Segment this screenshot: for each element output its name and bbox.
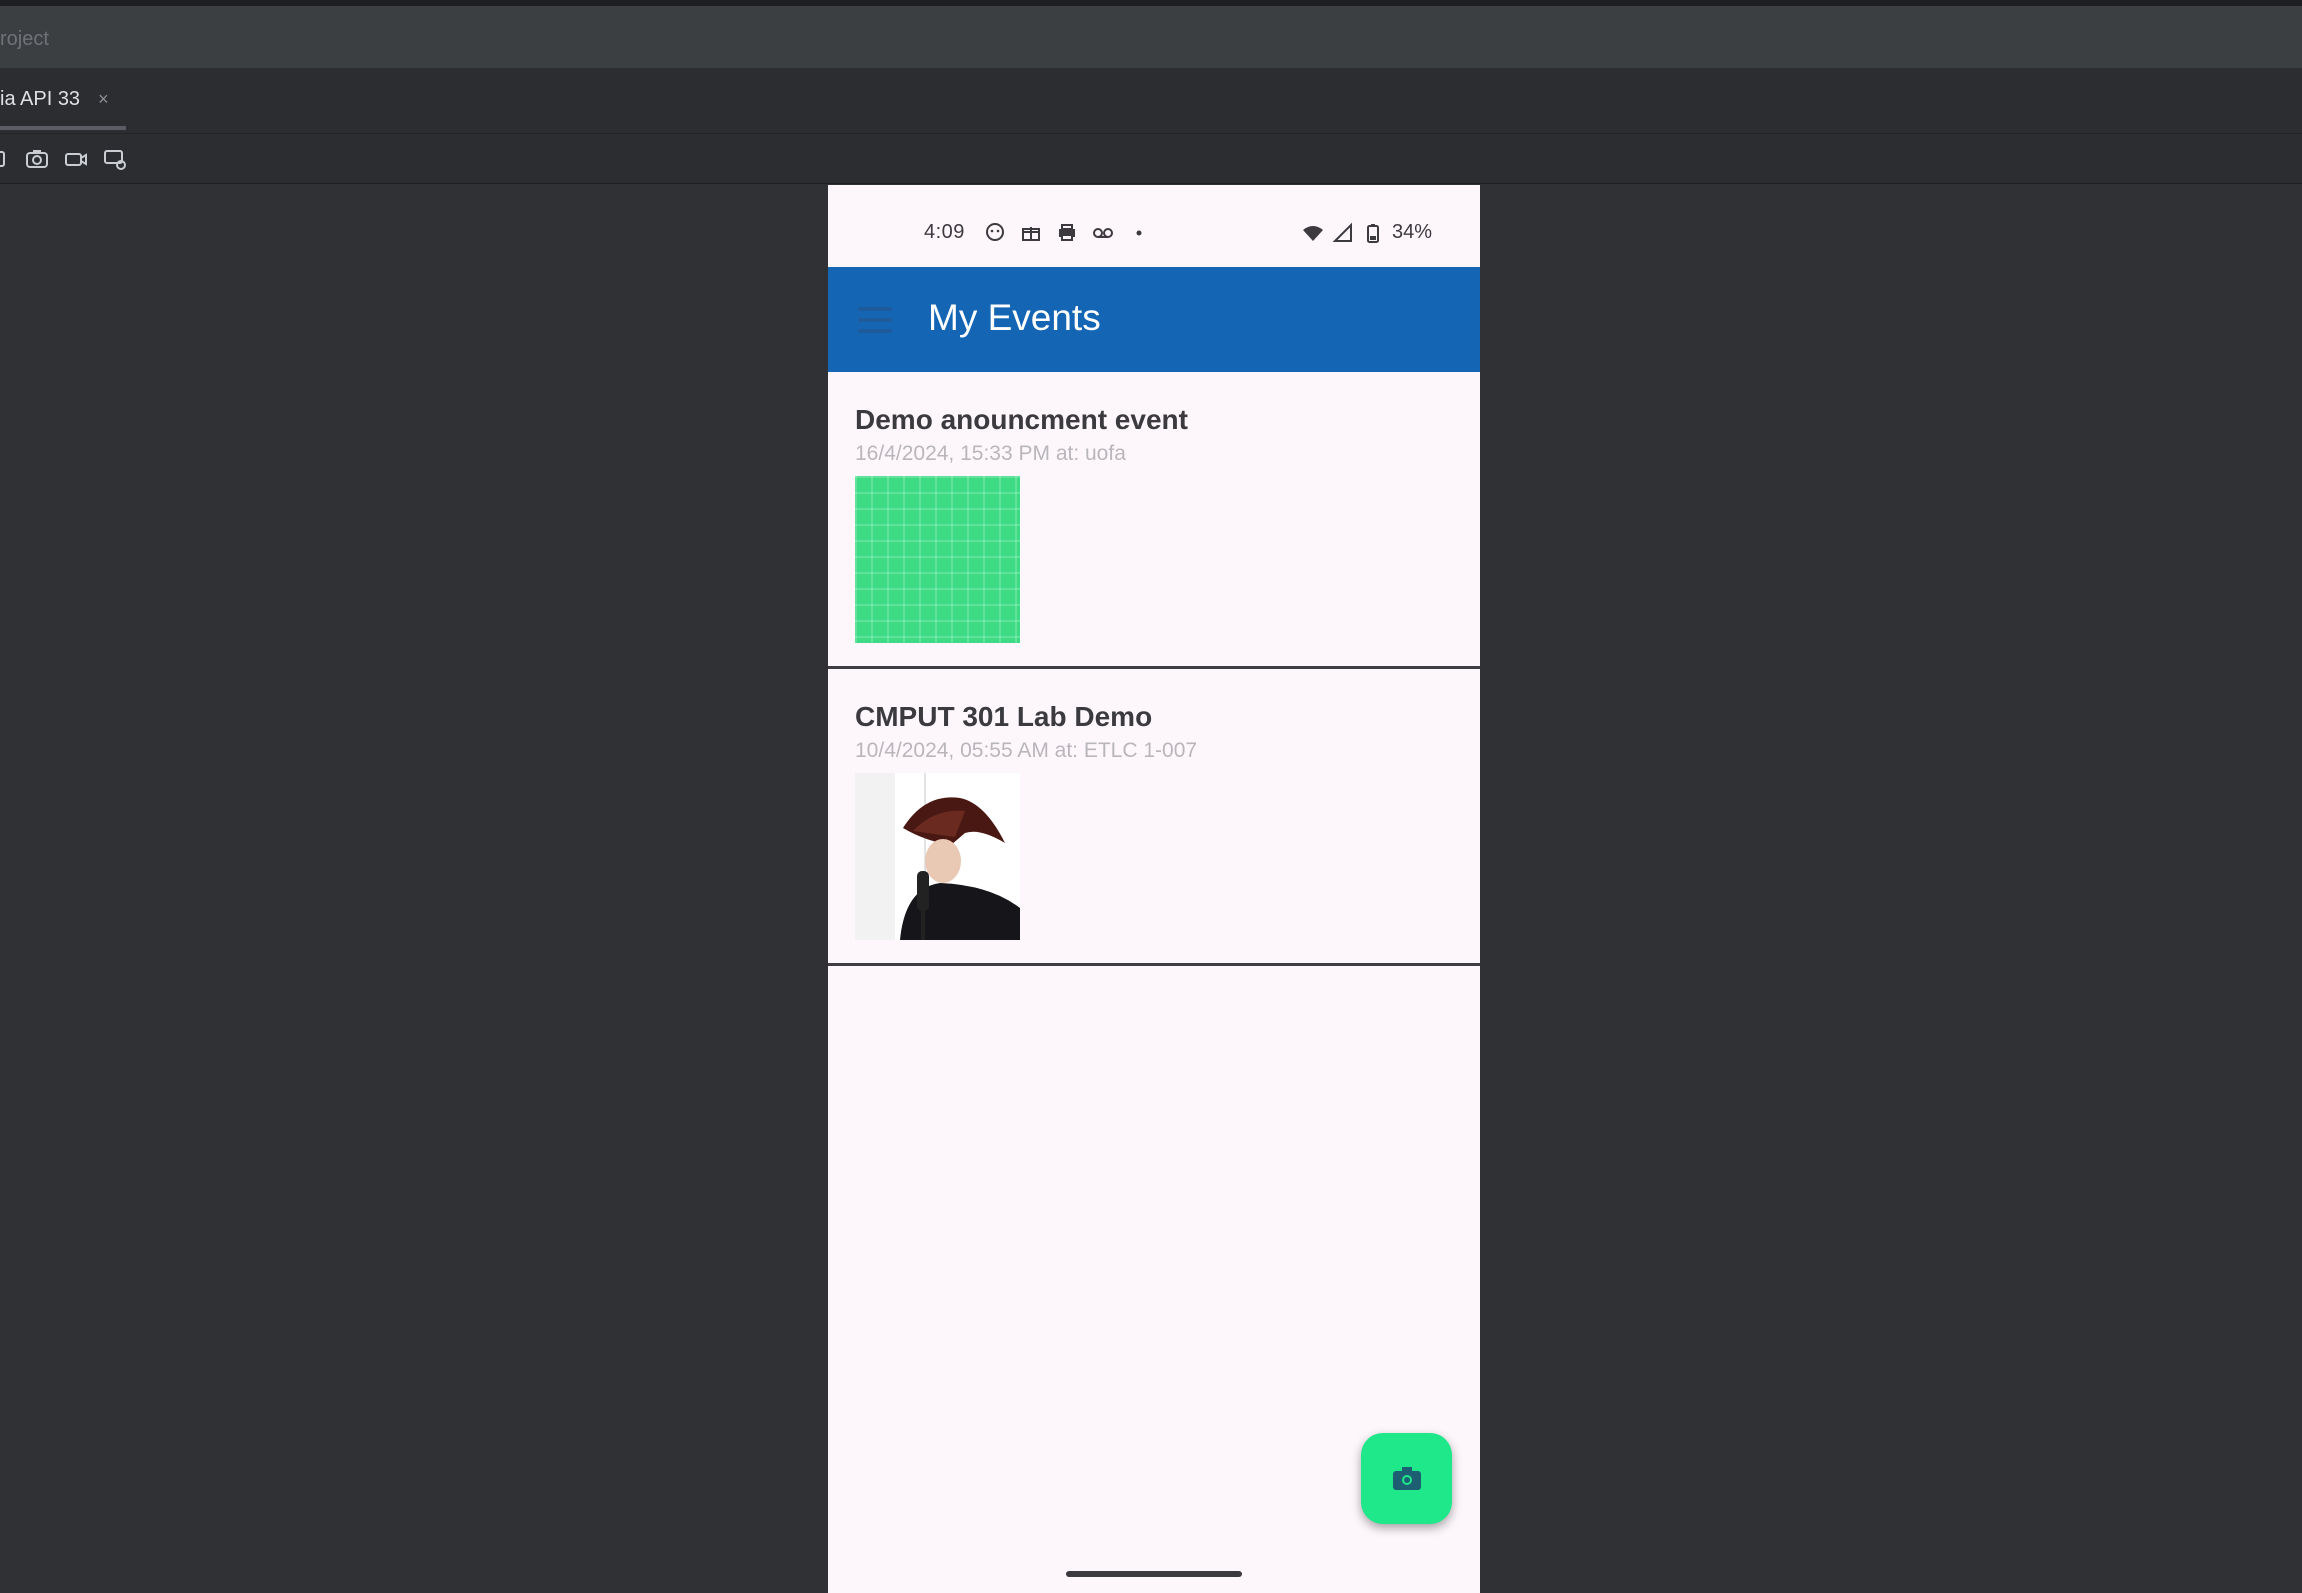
app-bar: My Events — [828, 267, 1480, 372]
ide-tab-bar: ia API 33 × — [0, 68, 2302, 134]
tab-label: ia API 33 — [0, 88, 81, 110]
battery-percent: 34% — [1391, 221, 1432, 243]
event-poster-image — [855, 476, 1020, 643]
event-meta: 10/4/2024, 05:55 AM at: ETLC 1-007 — [855, 739, 1198, 762]
voicemail-icon — [1093, 228, 1113, 238]
page-title: My Events — [928, 297, 1101, 338]
active-tab-indicator — [0, 126, 126, 130]
event-list: Demo anouncment event 16/4/2024, 15:33 P… — [828, 372, 1480, 966]
face-icon — [986, 223, 1004, 241]
home-indicator[interactable] — [1066, 1571, 1242, 1577]
video-icon[interactable] — [63, 146, 89, 172]
gift-icon — [1022, 227, 1040, 241]
list-item[interactable]: CMPUT 301 Lab Demo 10/4/2024, 05:55 AM a… — [828, 669, 1480, 966]
camera-icon — [1392, 1466, 1421, 1490]
event-meta: 16/4/2024, 15:33 PM at: uofa — [855, 442, 1126, 465]
device-screen[interactable]: 4:09 34% My Events Demo anouncment event… — [828, 185, 1480, 1593]
hamburger-icon[interactable] — [858, 307, 892, 333]
close-icon[interactable]: × — [98, 88, 109, 110]
ide-title-bar: roject — [0, 0, 2302, 68]
status-time: 4:09 — [924, 221, 965, 243]
system-icons: 34% — [1302, 221, 1432, 244]
dot-icon — [1136, 230, 1142, 236]
signal-icon — [1332, 222, 1352, 242]
pin-icon[interactable] — [0, 146, 12, 172]
wifi-icon — [1302, 225, 1323, 241]
battery-icon — [1366, 223, 1379, 243]
print-icon — [1059, 224, 1075, 241]
notification-icons — [984, 221, 1150, 243]
scan-qr-button[interactable] — [1361, 1433, 1452, 1524]
event-poster-image — [855, 773, 1020, 940]
event-title: Demo anouncment event — [855, 404, 1188, 435]
camera-icon[interactable] — [24, 146, 50, 172]
project-label[interactable]: roject — [0, 28, 49, 51]
list-item[interactable]: Demo anouncment event 16/4/2024, 15:33 P… — [828, 372, 1480, 669]
person-photo-icon — [855, 773, 1020, 940]
status-bar: 4:09 34% — [828, 185, 1480, 267]
settings-screen-icon[interactable] — [102, 146, 128, 172]
emulator-toolbar — [0, 134, 2302, 184]
event-title: CMPUT 301 Lab Demo — [855, 701, 1153, 732]
